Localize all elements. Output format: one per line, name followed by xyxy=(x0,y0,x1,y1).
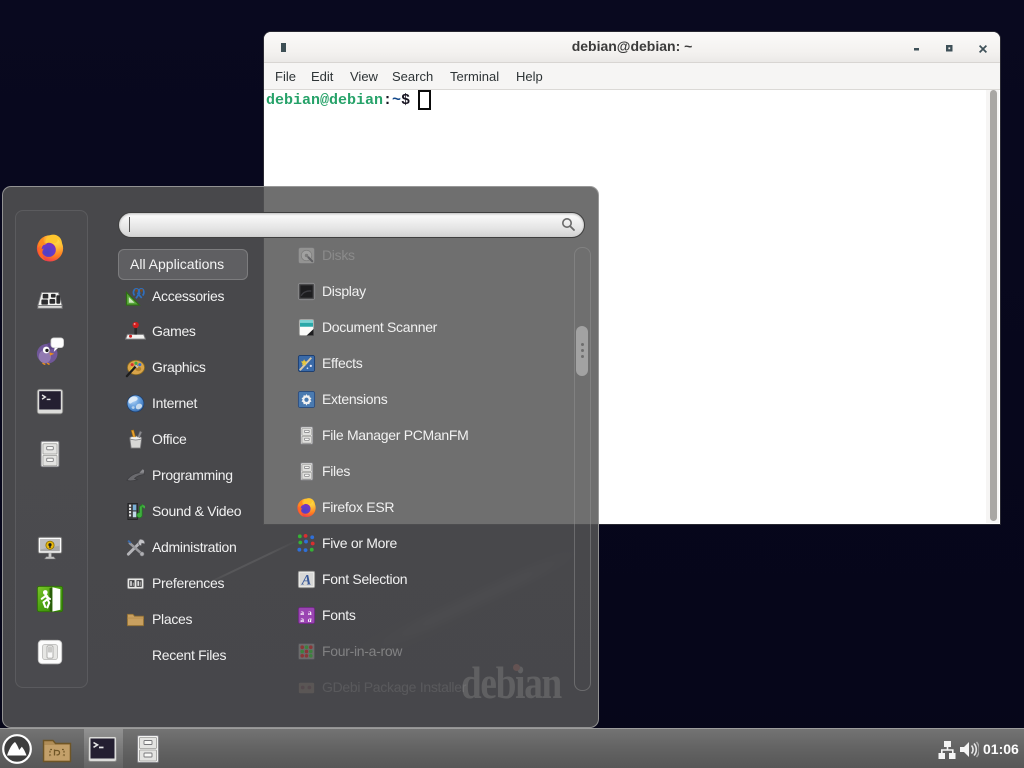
svg-text:A: A xyxy=(301,572,312,588)
svg-text:a: a xyxy=(300,615,304,624)
svg-text:a: a xyxy=(308,615,312,624)
